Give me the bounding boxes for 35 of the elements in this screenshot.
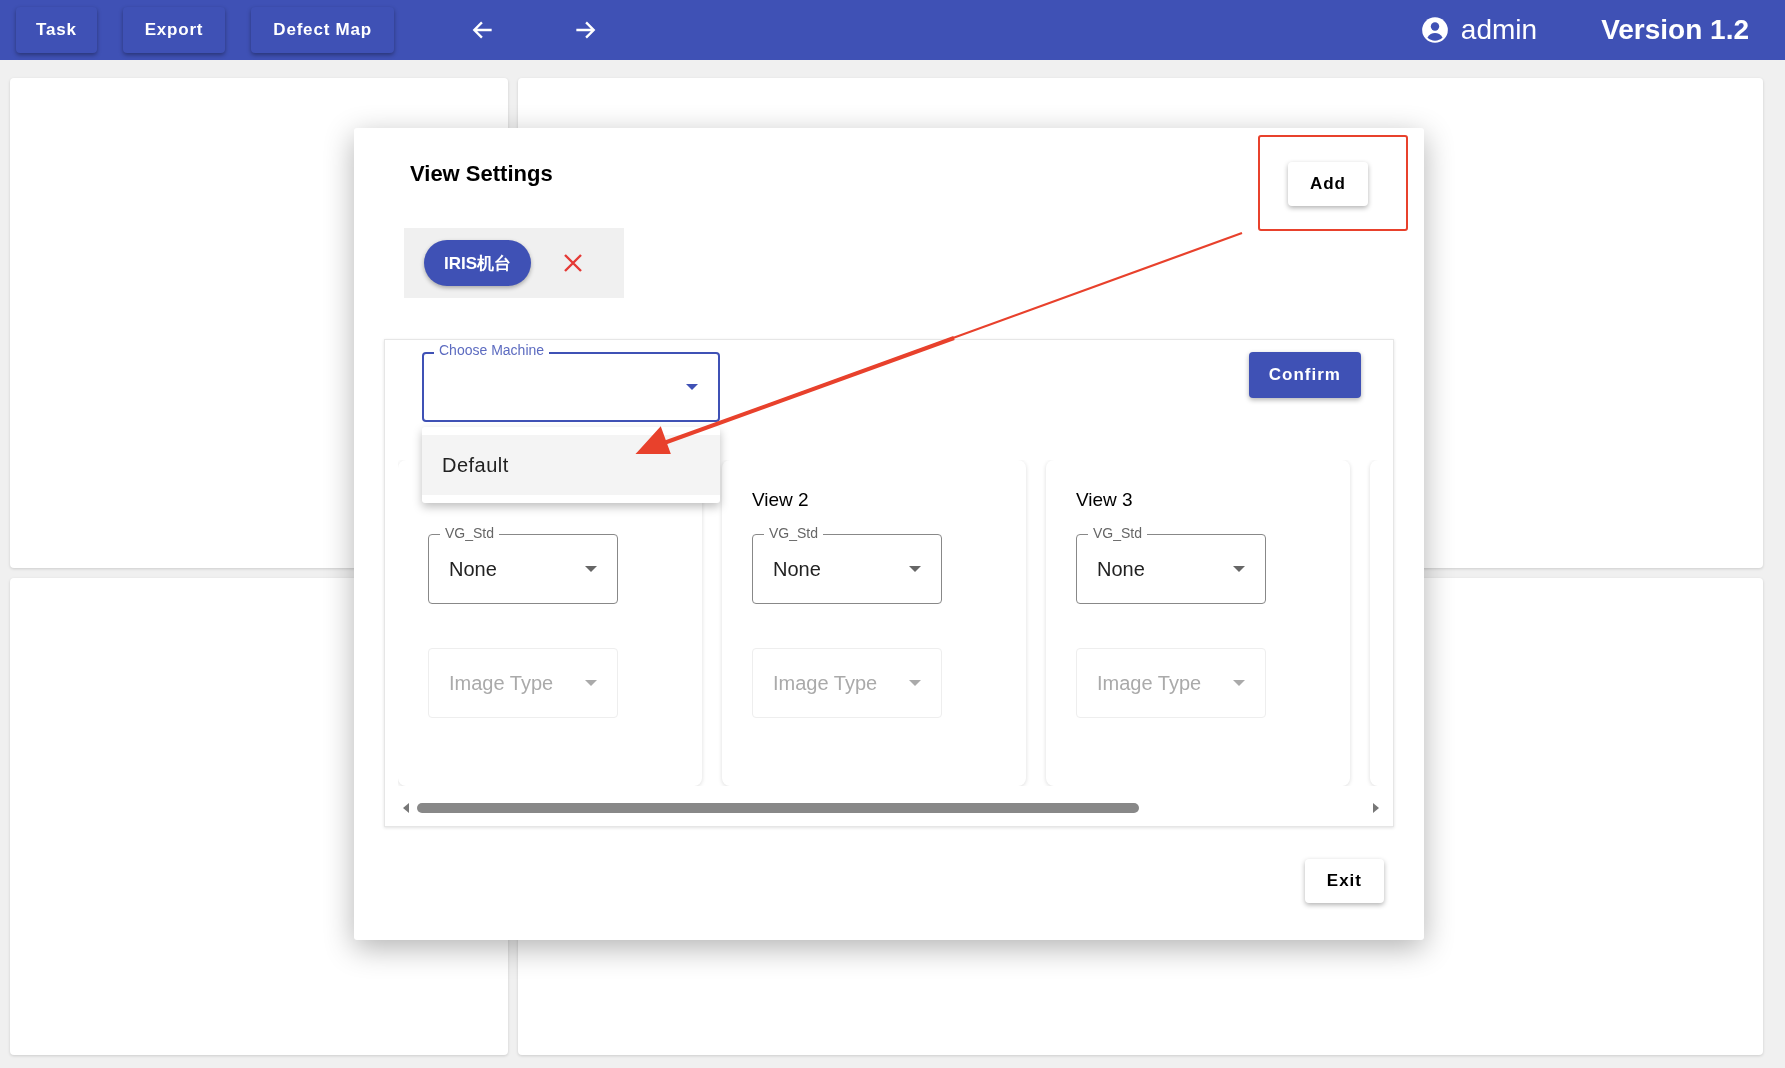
horizontal-scrollbar[interactable]: [403, 802, 1379, 814]
field-label: VG_Std: [1088, 525, 1148, 541]
select-placeholder: Image Type: [449, 671, 554, 695]
toolbar-button[interactable]: Defect Map: [251, 7, 394, 53]
dialog-title: View Settings: [410, 160, 553, 188]
confirm-button[interactable]: Confirm: [1248, 352, 1361, 398]
machine-chip[interactable]: IRIS机台: [424, 240, 532, 286]
exit-button[interactable]: Exit: [1304, 859, 1384, 903]
scroll-right-icon[interactable]: [1373, 803, 1379, 813]
caret-icon: [585, 680, 597, 686]
select-placeholder: Image Type: [773, 671, 878, 695]
view-title: View 2: [752, 488, 809, 512]
account-icon[interactable]: [1420, 16, 1449, 44]
select-value: None: [1097, 557, 1145, 581]
view-title: View 3: [1076, 488, 1133, 512]
select-value: None: [449, 557, 497, 581]
add-button[interactable]: Add: [1287, 162, 1368, 206]
user-name: admin: [1460, 14, 1538, 46]
field-label: Choose Machine: [434, 342, 550, 358]
close-icon[interactable]: [563, 253, 584, 273]
caret-icon: [1233, 566, 1245, 572]
field-label: VG_Std: [764, 525, 824, 541]
toolbar-button[interactable]: Task: [16, 7, 97, 53]
field-label: VG_Std: [440, 525, 500, 541]
toolbar-button[interactable]: Export: [122, 7, 226, 53]
version-label: Version 1.2: [1601, 14, 1749, 46]
caret-icon: [585, 566, 597, 572]
select-value: None: [773, 557, 821, 581]
select-placeholder: Image Type: [1097, 671, 1202, 695]
caret-icon: [1233, 680, 1245, 686]
caret-icon: [686, 384, 698, 390]
caret-icon: [909, 680, 921, 686]
caret-icon: [909, 566, 921, 572]
menu-item[interactable]: Default: [422, 435, 720, 495]
scroll-left-icon[interactable]: [403, 803, 409, 813]
